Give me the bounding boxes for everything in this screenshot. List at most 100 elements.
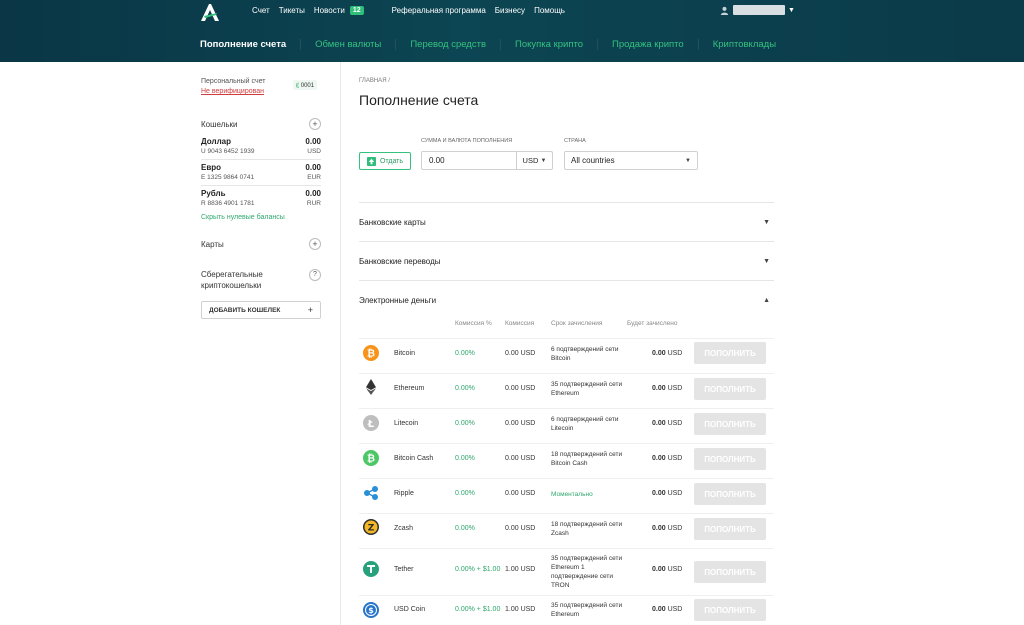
svg-text:₿: ₿ [367,348,375,360]
logo-icon[interactable] [198,2,222,22]
sidebar: Персональный счет ⸨ 0001 Не верифицирова… [201,78,321,319]
table-row: ₿ Bitcoin Cash 0.00% 0.00 USD 18 подтвер… [359,443,774,478]
section-bank-transfers[interactable]: Банковские переводы ▼ [359,241,774,280]
crypto-name: Ethereum [394,385,425,392]
currency-select[interactable]: USD ▼ [516,152,552,169]
term: 35 подтверждений сети Ethereum [551,381,623,397]
cards-title: Карты [201,239,224,249]
receive: 0.00 USD [652,525,682,532]
deposit-button[interactable]: ПОПОЛНИТЬ [694,342,766,364]
tab-deposit[interactable]: Пополнение счета [200,39,300,50]
svg-text:$: $ [368,606,374,615]
nav-account[interactable]: Счет [252,6,270,15]
user-menu[interactable]: ▼ [720,5,795,15]
deposit-button[interactable]: ПОПОЛНИТЬ [694,378,766,400]
crypto-name: Bitcoin Cash [394,455,434,462]
add-wallet-plus-icon[interactable]: + [309,118,321,130]
col-receive: Будет зачислено [627,320,678,327]
nav-tickets[interactable]: Тикеты [279,6,305,15]
deposit-button[interactable]: ПОПОЛНИТЬ [694,413,766,435]
deposit-button[interactable]: ПОПОЛНИТЬ [694,448,766,470]
amount-value[interactable]: 0.00 [422,156,516,165]
table-row: Ł Litecoin 0.00% 0.00 USD 6 подтверждени… [359,408,774,443]
section-title: Банковские карты [359,217,426,227]
top-nav: Счет Тикеты Новости 12 Реферальная прогр… [252,6,574,15]
table-row: Tether 0.00% + $1.00 1.00 USD 35 подтвер… [359,548,774,595]
top-header: Счет Тикеты Новости 12 Реферальная прогр… [0,0,1024,62]
fee: 0.00 USD [505,490,536,497]
nav-business[interactable]: Бизнесу [495,6,525,15]
section-bank-cards[interactable]: Банковские карты ▼ [359,202,774,241]
receive-amount: 0.00 [652,606,666,613]
fee-pct: 0.00% + $1.00 [455,606,501,613]
main-content: ГЛАВНАЯ / Пополнение счета Отдать СУММА … [359,78,774,621]
ripple-icon [364,486,378,500]
fee-pct: 0.00% [455,455,475,462]
user-icon [720,6,729,15]
wallet-name: Рубль [201,189,226,198]
fee-pct: 0.00% [455,490,475,497]
nav-referral[interactable]: Реферальная программа [392,6,486,15]
amount-input[interactable]: 0.00 USD ▼ [421,151,553,170]
tab-buy-crypto[interactable]: Покупка крипто [500,39,597,50]
section-e-money[interactable]: Электронные деньги ▲ [359,280,774,319]
fee: 0.00 USD [505,525,536,532]
give-label: Отдать [379,157,404,165]
tab-sell-crypto[interactable]: Продажа крипто [597,39,698,50]
tab-transfer[interactable]: Перевод средств [395,39,500,50]
receive-currency: USD [667,566,683,573]
receive-currency: USD [667,490,683,497]
add-wallet-button[interactable]: ДОБАВИТЬ КОШЕЛЕК + [201,301,321,319]
fee-pct: 0.00% [455,385,475,392]
receive: 0.00 USD [652,350,682,357]
crypto-name: Bitcoin [394,350,416,357]
wallet-number: R 8836 4901 1781 [201,200,255,207]
fee: 0.00 USD [505,420,536,427]
arrow-up-icon [366,156,376,166]
table-row: Ethereum 0.00% 0.00 USD 35 подтверждений… [359,373,774,408]
country-select[interactable]: All countries ▼ [564,151,698,170]
fee-pct: 0.00% [455,420,475,427]
receive-currency: USD [667,420,683,427]
country-value: All countries [571,156,615,165]
table-row: Z Zcash 0.00% 0.00 USD 18 подтверждений … [359,513,774,548]
tab-exchange[interactable]: Обмен валюты [300,39,395,50]
news-count-badge[interactable]: 12 [349,6,364,15]
deposit-button[interactable]: ПОПОЛНИТЬ [694,483,766,505]
fee: 0.00 USD [505,455,536,462]
caret-down-icon: ▼ [763,218,770,226]
caret-up-icon: ▲ [763,296,770,304]
term: 35 подтверждений сети Ethereum 1 подтвер… [551,555,623,589]
receive-amount: 0.00 [652,455,666,462]
fee-pct: 0.00% [455,525,475,532]
svg-text:Z: Z [368,524,375,534]
deposit-button[interactable]: ПОПОЛНИТЬ [694,518,766,540]
nav-news[interactable]: Новости [314,6,345,15]
help-question-icon[interactable]: ? [309,269,321,281]
tab-crypto-deposits[interactable]: Криптовклады [697,39,790,50]
add-card-plus-icon[interactable]: + [309,238,321,250]
fee-pct: 0.00% [455,350,475,357]
fee: 0.00 USD [505,350,536,357]
account-id-badge: ⸨ 0001 [293,80,318,90]
wallet-item[interactable]: Доллар 0.00 U 9043 6452 1939 USD [201,134,321,160]
wallet-item[interactable]: Рубль 0.00 R 8836 4901 1781 RUR [201,186,321,211]
deposit-button[interactable]: ПОПОЛНИТЬ [694,599,766,621]
col-fee-pct: Комиссия % [455,320,492,327]
plus-icon: + [307,305,313,315]
nav-help[interactable]: Помощь [534,6,565,15]
give-button[interactable]: Отдать [359,152,411,170]
term: 18 подтверждений сети Zcash [551,521,623,537]
wallet-balance: 0.00 [305,163,321,172]
caret-down-icon[interactable]: ▼ [788,7,795,14]
wallet-item[interactable]: Евро 0.00 E 1325 9864 0741 EUR [201,160,321,186]
hide-zero-balances-link[interactable]: Скрыть нулевые балансы [201,214,321,221]
breadcrumb[interactable]: ГЛАВНАЯ / [359,78,774,84]
wallet-list: Доллар 0.00 U 9043 6452 1939 USD Евро 0.00 … [201,134,321,211]
wallet-number: E 1325 9864 0741 [201,174,255,181]
deposit-button[interactable]: ПОПОЛНИТЬ [694,561,766,583]
section-title: Банковские переводы [359,256,441,266]
caret-down-icon: ▼ [540,157,547,164]
wallet-currency: EUR [307,174,321,181]
receive-currency: USD [667,385,683,392]
